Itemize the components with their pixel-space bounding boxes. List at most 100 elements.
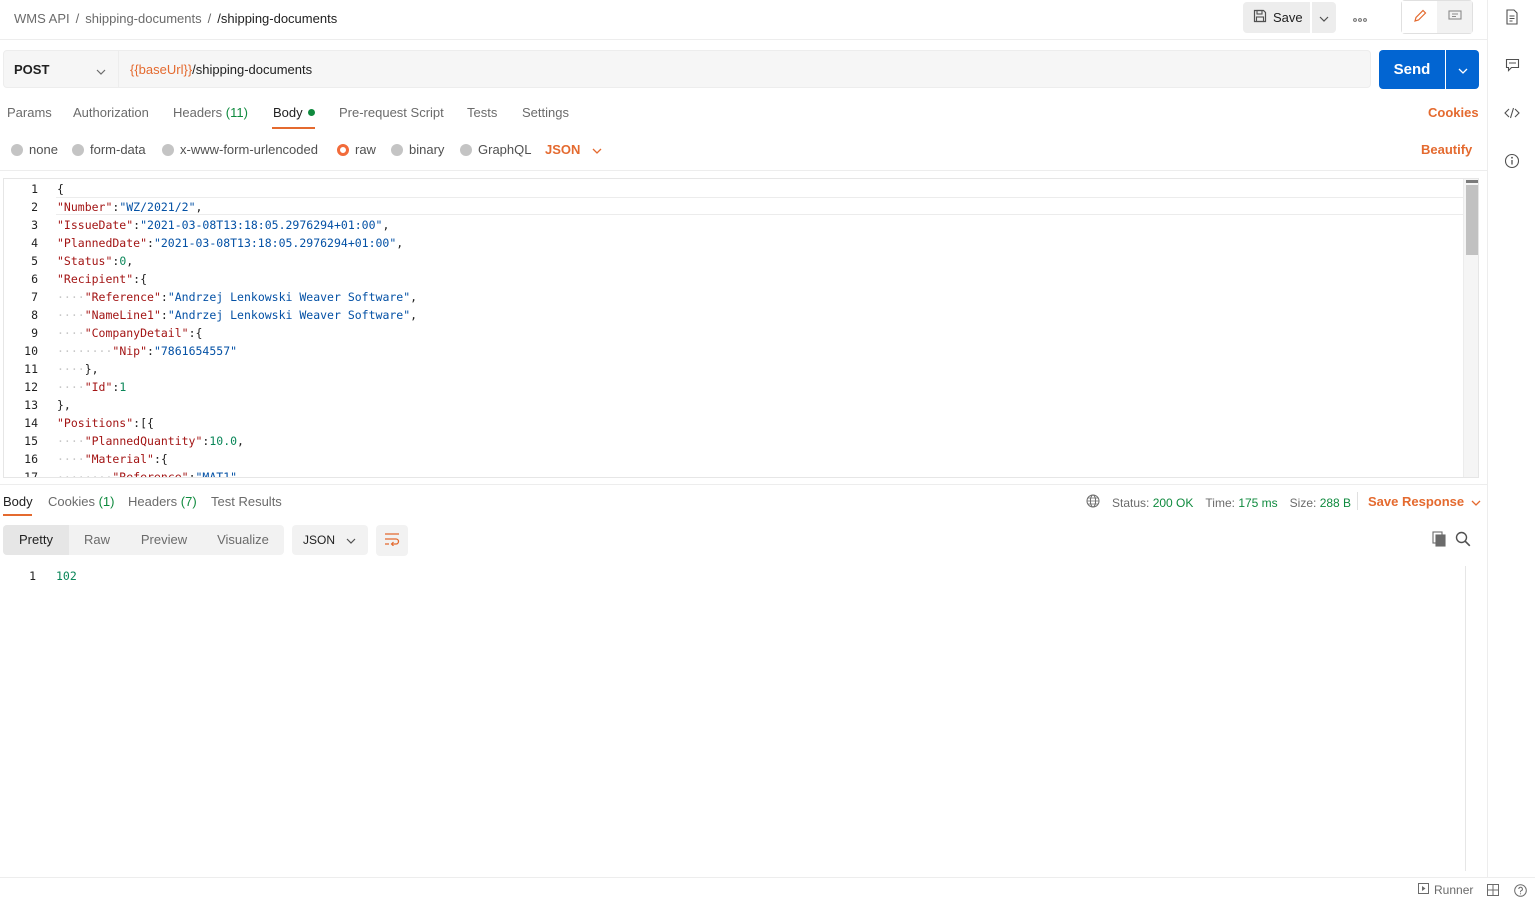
view-tab-pretty[interactable]: Pretty	[3, 525, 69, 555]
response-format-value: JSON	[303, 533, 336, 547]
response-scrollbar[interactable]	[1465, 566, 1466, 871]
code-text: {	[57, 180, 64, 198]
code-line: 7 ····"Reference":"Andrzej Lenkowski Weav…	[4, 288, 1464, 306]
http-method-value: POST	[14, 61, 50, 77]
comments-icon[interactable]	[1504, 57, 1520, 73]
copy-icon[interactable]	[1431, 531, 1447, 550]
breadcrumb-folder[interactable]: shipping-documents	[85, 11, 201, 26]
line-number: 1	[29, 569, 36, 583]
code-line: 3 "IssueDate":"2021-03-08T13:18:05.297629…	[4, 216, 1464, 234]
code-token: :	[160, 290, 168, 304]
code-token: "Material"	[84, 452, 154, 466]
save-label: Save	[1273, 10, 1303, 25]
view-tab-visualize[interactable]: Visualize	[207, 525, 279, 555]
two-pane-view-icon[interactable]	[1487, 884, 1499, 899]
code-text: "PlannedDate":"2021-03-08T13:18:05.29762…	[57, 234, 403, 252]
breadcrumb-collection[interactable]: WMS API	[14, 11, 70, 26]
view-tab-raw[interactable]: Raw	[73, 525, 121, 555]
code-text: ····"Reference":"Andrzej Lenkowski Weave…	[57, 288, 417, 306]
save-response-button[interactable]: Save Response	[1368, 494, 1481, 509]
send-dropdown-button[interactable]	[1446, 50, 1479, 89]
more-actions-button[interactable]	[1347, 8, 1373, 26]
code-token: ,	[237, 434, 244, 448]
code-text: ····"CompanyDetail":{	[57, 324, 202, 342]
body-type-binary[interactable]: binary	[391, 142, 444, 157]
time-value[interactable]: 175 ms	[1238, 496, 1277, 510]
code-token: "Recipient"	[57, 272, 134, 286]
code-token: :{	[133, 272, 148, 286]
active-tab-indicator	[272, 127, 315, 129]
breadcrumb-request[interactable]: /shipping-documents	[217, 11, 337, 26]
cookies-link[interactable]: Cookies	[1428, 105, 1479, 120]
code-token: :	[188, 470, 196, 478]
code-token: "2021-03-08T13:18:05.2976294+01:00"	[153, 236, 397, 250]
tab-settings[interactable]: Settings	[522, 105, 569, 120]
request-body-editor[interactable]: 1{2 "Number":"WZ/2021/2", 3 "IssueDate":"20…	[3, 178, 1479, 478]
response-tab-headers[interactable]: Headers (7)	[128, 494, 197, 509]
size-value[interactable]: 288 B	[1320, 496, 1351, 510]
code-text: ········"Nip":"7861654557"	[57, 342, 237, 360]
line-number: 12	[24, 380, 38, 394]
help-icon[interactable]	[1514, 884, 1527, 900]
response-tab-cookies[interactable]: Cookies (1)	[48, 494, 114, 509]
line-number: 5	[31, 254, 38, 268]
code-line: 13},	[4, 396, 1464, 414]
code-token: :{	[153, 452, 168, 466]
code-token: "PlannedDate"	[57, 236, 148, 250]
view-tab-preview[interactable]: Preview	[131, 525, 197, 555]
comments-mode-button[interactable]	[1437, 1, 1472, 33]
code-icon[interactable]	[1504, 105, 1520, 121]
body-type-raw-label: raw	[355, 142, 376, 157]
body-type-raw[interactable]: raw	[337, 142, 376, 157]
tab-pre-request-script[interactable]: Pre-request Script	[339, 105, 444, 120]
code-token: "Nip"	[112, 344, 148, 358]
scrollbar-thumb[interactable]	[1466, 185, 1478, 255]
save-button[interactable]: Save	[1243, 2, 1310, 33]
send-button[interactable]: Send	[1379, 50, 1445, 89]
wrap-lines-button[interactable]	[376, 525, 408, 556]
tab-tests[interactable]: Tests	[467, 105, 497, 120]
documentation-icon[interactable]	[1504, 9, 1520, 25]
body-type-urlencoded-label: x-www-form-urlencoded	[180, 142, 318, 157]
radio-button	[11, 143, 23, 156]
edit-mode-button[interactable]	[1402, 1, 1437, 33]
body-type-none[interactable]: none	[11, 142, 58, 157]
body-type-graphql-label: GraphQL	[478, 142, 532, 157]
body-type-urlencoded[interactable]: x-www-form-urlencoded	[162, 142, 318, 157]
globe-icon[interactable]	[1086, 494, 1100, 511]
save-dropdown-button[interactable]	[1312, 2, 1336, 33]
url-variable: {{baseUrl}}	[130, 61, 193, 77]
response-tab-headers-label: Headers	[128, 494, 178, 509]
line-number: 7	[31, 290, 38, 304]
code-text: ····"Material":{	[57, 450, 168, 468]
body-type-graphql[interactable]: GraphQL	[460, 142, 531, 157]
wrap-lines-icon	[384, 532, 400, 549]
response-format-select[interactable]: JSON	[292, 525, 368, 555]
response-tab-test-results[interactable]: Test Results	[211, 494, 282, 509]
code-text: ····"PlannedQuantity":10.0,	[57, 432, 244, 450]
tab-authorization[interactable]: Authorization	[73, 105, 149, 120]
raw-language-select[interactable]: JSON	[545, 142, 602, 157]
runner-button[interactable]: Runner	[1418, 883, 1473, 897]
tab-params[interactable]: Params	[7, 105, 52, 120]
response-body-viewer[interactable]: 1 102	[0, 566, 1480, 871]
body-type-form-data[interactable]: form-data	[72, 142, 146, 157]
http-method-select[interactable]: POST	[3, 50, 119, 88]
info-icon[interactable]	[1504, 153, 1520, 169]
line-number: 15	[24, 434, 38, 448]
beautify-button[interactable]: Beautify	[1421, 142, 1472, 157]
breadcrumb-separator: /	[75, 11, 80, 27]
status-value[interactable]: 200 OK	[1153, 496, 1194, 510]
editor-scrollbar[interactable]	[1463, 179, 1478, 477]
code-line: 15 ····"PlannedQuantity":10.0,	[4, 432, 1464, 450]
search-icon[interactable]	[1455, 531, 1471, 550]
url-input[interactable]: {{baseUrl}}/shipping-documents	[119, 50, 1371, 88]
view-mode-toggle	[1401, 0, 1473, 34]
divider	[0, 484, 1487, 485]
line-number: 14	[24, 416, 38, 430]
code-token: 1	[119, 380, 127, 394]
tab-headers[interactable]: Headers (11)	[173, 105, 248, 120]
tab-body[interactable]: Body	[273, 105, 315, 120]
response-tab-body[interactable]: Body	[3, 494, 33, 509]
code-text: ····"NameLine1":"Andrzej Lenkowski Weave…	[57, 306, 417, 324]
